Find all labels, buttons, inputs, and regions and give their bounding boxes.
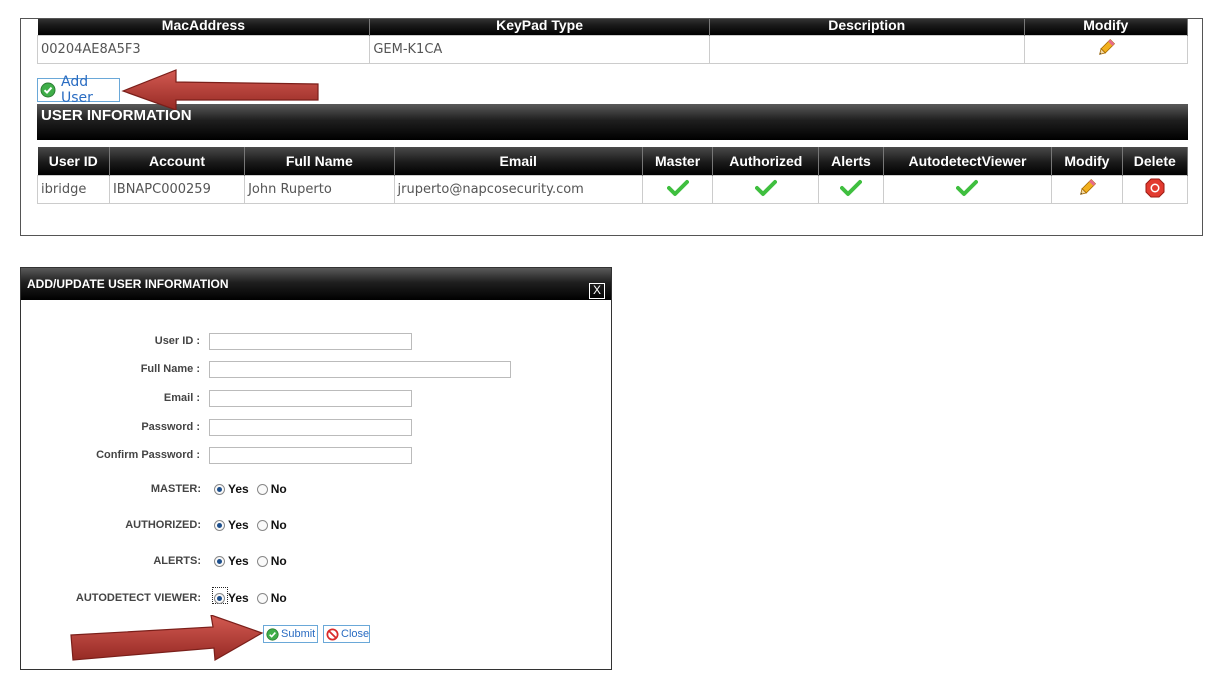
col-email: Email xyxy=(394,147,643,176)
alerts-no-label: No xyxy=(270,554,287,568)
add-user-button[interactable]: Add User xyxy=(37,74,120,106)
autodetect-radio-group: Yes No xyxy=(214,591,292,605)
full-name-label: Full Name : xyxy=(140,363,200,375)
alerts-yes-radio[interactable] xyxy=(214,555,225,567)
user-table-header: User ID Account Full Name Email Master A… xyxy=(37,147,1189,176)
submit-label: Submit xyxy=(281,628,316,640)
cell-description xyxy=(708,35,1025,64)
confirm-password-label: Confirm Password : xyxy=(96,449,200,461)
stop-icon[interactable] xyxy=(1145,178,1165,198)
col-account: Account xyxy=(109,147,246,176)
alerts-label: ALERTS: xyxy=(153,555,201,567)
col-master: Master xyxy=(642,147,714,176)
user-id-input[interactable] xyxy=(209,333,412,350)
close-button[interactable]: Close xyxy=(323,625,370,643)
dialog-title-bar: ADD/UPDATE USER INFORMATION X xyxy=(21,268,611,300)
cell-user-id: ibridge xyxy=(37,175,110,204)
alerts-radio-group: Yes No xyxy=(214,554,292,568)
email-label: Email : xyxy=(163,392,200,404)
autodetect-no-radio[interactable] xyxy=(256,592,268,604)
cell-delete xyxy=(1121,175,1189,204)
col-modify: Modify xyxy=(1051,147,1123,176)
cell-mac: 00204AE8A5F3 xyxy=(36,35,371,64)
cell-master xyxy=(641,175,714,204)
confirm-password-input[interactable] xyxy=(209,447,412,464)
master-no-label: No xyxy=(270,482,287,496)
col-full-name: Full Name xyxy=(244,147,395,176)
master-radio-group: Yes No xyxy=(214,482,292,496)
authorized-no-label: No xyxy=(270,518,287,532)
col-user-id: User ID xyxy=(37,147,110,176)
authorized-no-radio[interactable] xyxy=(256,519,268,531)
cell-keypad: GEM-K1CA xyxy=(369,35,710,64)
full-name-input[interactable] xyxy=(209,361,511,378)
checkmark-icon xyxy=(754,179,777,197)
alerts-yes-label: Yes xyxy=(228,554,249,568)
add-user-label: Add User xyxy=(61,74,93,106)
autodetect-no-label: No xyxy=(270,591,287,605)
dialog-title: ADD/UPDATE USER INFORMATION xyxy=(27,277,229,291)
table-row: 00204AE8A5F3 GEM-K1CA xyxy=(36,35,1189,64)
cell-modify xyxy=(1023,35,1189,64)
col-delete: Delete xyxy=(1122,147,1189,176)
col-keypad-type: KeyPad Type xyxy=(369,19,710,36)
authorized-yes-radio[interactable] xyxy=(214,519,225,531)
autodetect-yes-label: Yes xyxy=(228,591,249,605)
add-update-user-dialog: ADD/UPDATE USER INFORMATION X User ID : … xyxy=(20,267,612,670)
col-description: Description xyxy=(709,19,1025,36)
col-macaddress: MacAddress xyxy=(37,19,371,36)
alerts-no-radio[interactable] xyxy=(256,555,268,567)
master-yes-radio[interactable] xyxy=(214,483,225,495)
user-table: User ID Account Full Name Email Master A… xyxy=(37,147,1189,204)
cell-alerts xyxy=(818,175,884,204)
col-authorized: Authorized xyxy=(712,147,820,176)
no-entry-icon xyxy=(326,627,339,641)
top-panel: MacAddress KeyPad Type Description Modif… xyxy=(20,18,1203,236)
master-no-radio[interactable] xyxy=(256,483,268,495)
user-id-label: User ID : xyxy=(154,335,200,347)
autodetect-yes-radio[interactable] xyxy=(214,592,225,604)
device-table: MacAddress KeyPad Type Description Modif… xyxy=(36,19,1189,64)
checkmark-icon xyxy=(840,179,862,197)
authorized-radio-group: Yes No xyxy=(214,518,292,532)
pencil-icon[interactable] xyxy=(1096,38,1116,58)
pencil-icon[interactable] xyxy=(1077,178,1097,198)
master-yes-label: Yes xyxy=(228,482,249,496)
password-label: Password : xyxy=(141,421,200,433)
email-input[interactable] xyxy=(209,390,412,407)
cell-autodetectviewer xyxy=(882,175,1053,204)
checkmark-circle-icon xyxy=(266,627,279,641)
cell-account: IBNAPC000259 xyxy=(108,175,246,204)
cell-email: jruperto@napcosecurity.com xyxy=(393,175,643,204)
password-input[interactable] xyxy=(209,419,412,436)
checkmark-icon xyxy=(956,179,979,197)
red-arrow-icon xyxy=(121,68,321,110)
col-autodetectviewer: AutodetectViewer xyxy=(883,147,1053,176)
authorized-yes-label: Yes xyxy=(228,518,249,532)
cell-modify xyxy=(1051,175,1123,204)
checkmark-icon xyxy=(666,179,689,197)
authorized-label: AUTHORIZED: xyxy=(125,519,201,531)
col-alerts: Alerts xyxy=(818,147,884,176)
submit-button[interactable]: Submit xyxy=(263,625,318,643)
red-arrow-icon xyxy=(69,615,265,663)
master-label: MASTER: xyxy=(150,483,201,495)
checkmark-circle-icon xyxy=(40,82,56,98)
cell-full-name: John Ruperto xyxy=(244,175,395,204)
autodetect-viewer-label: AUTODETECT VIEWER: xyxy=(75,592,201,604)
table-row: ibridge IBNAPC000259 John Ruperto jruper… xyxy=(37,175,1189,204)
cell-authorized xyxy=(712,175,820,204)
close-label: Close xyxy=(341,628,370,640)
col-modify: Modify xyxy=(1024,19,1189,36)
device-table-header: MacAddress KeyPad Type Description Modif… xyxy=(37,19,1189,36)
dialog-close-x-button[interactable]: X xyxy=(589,283,605,299)
